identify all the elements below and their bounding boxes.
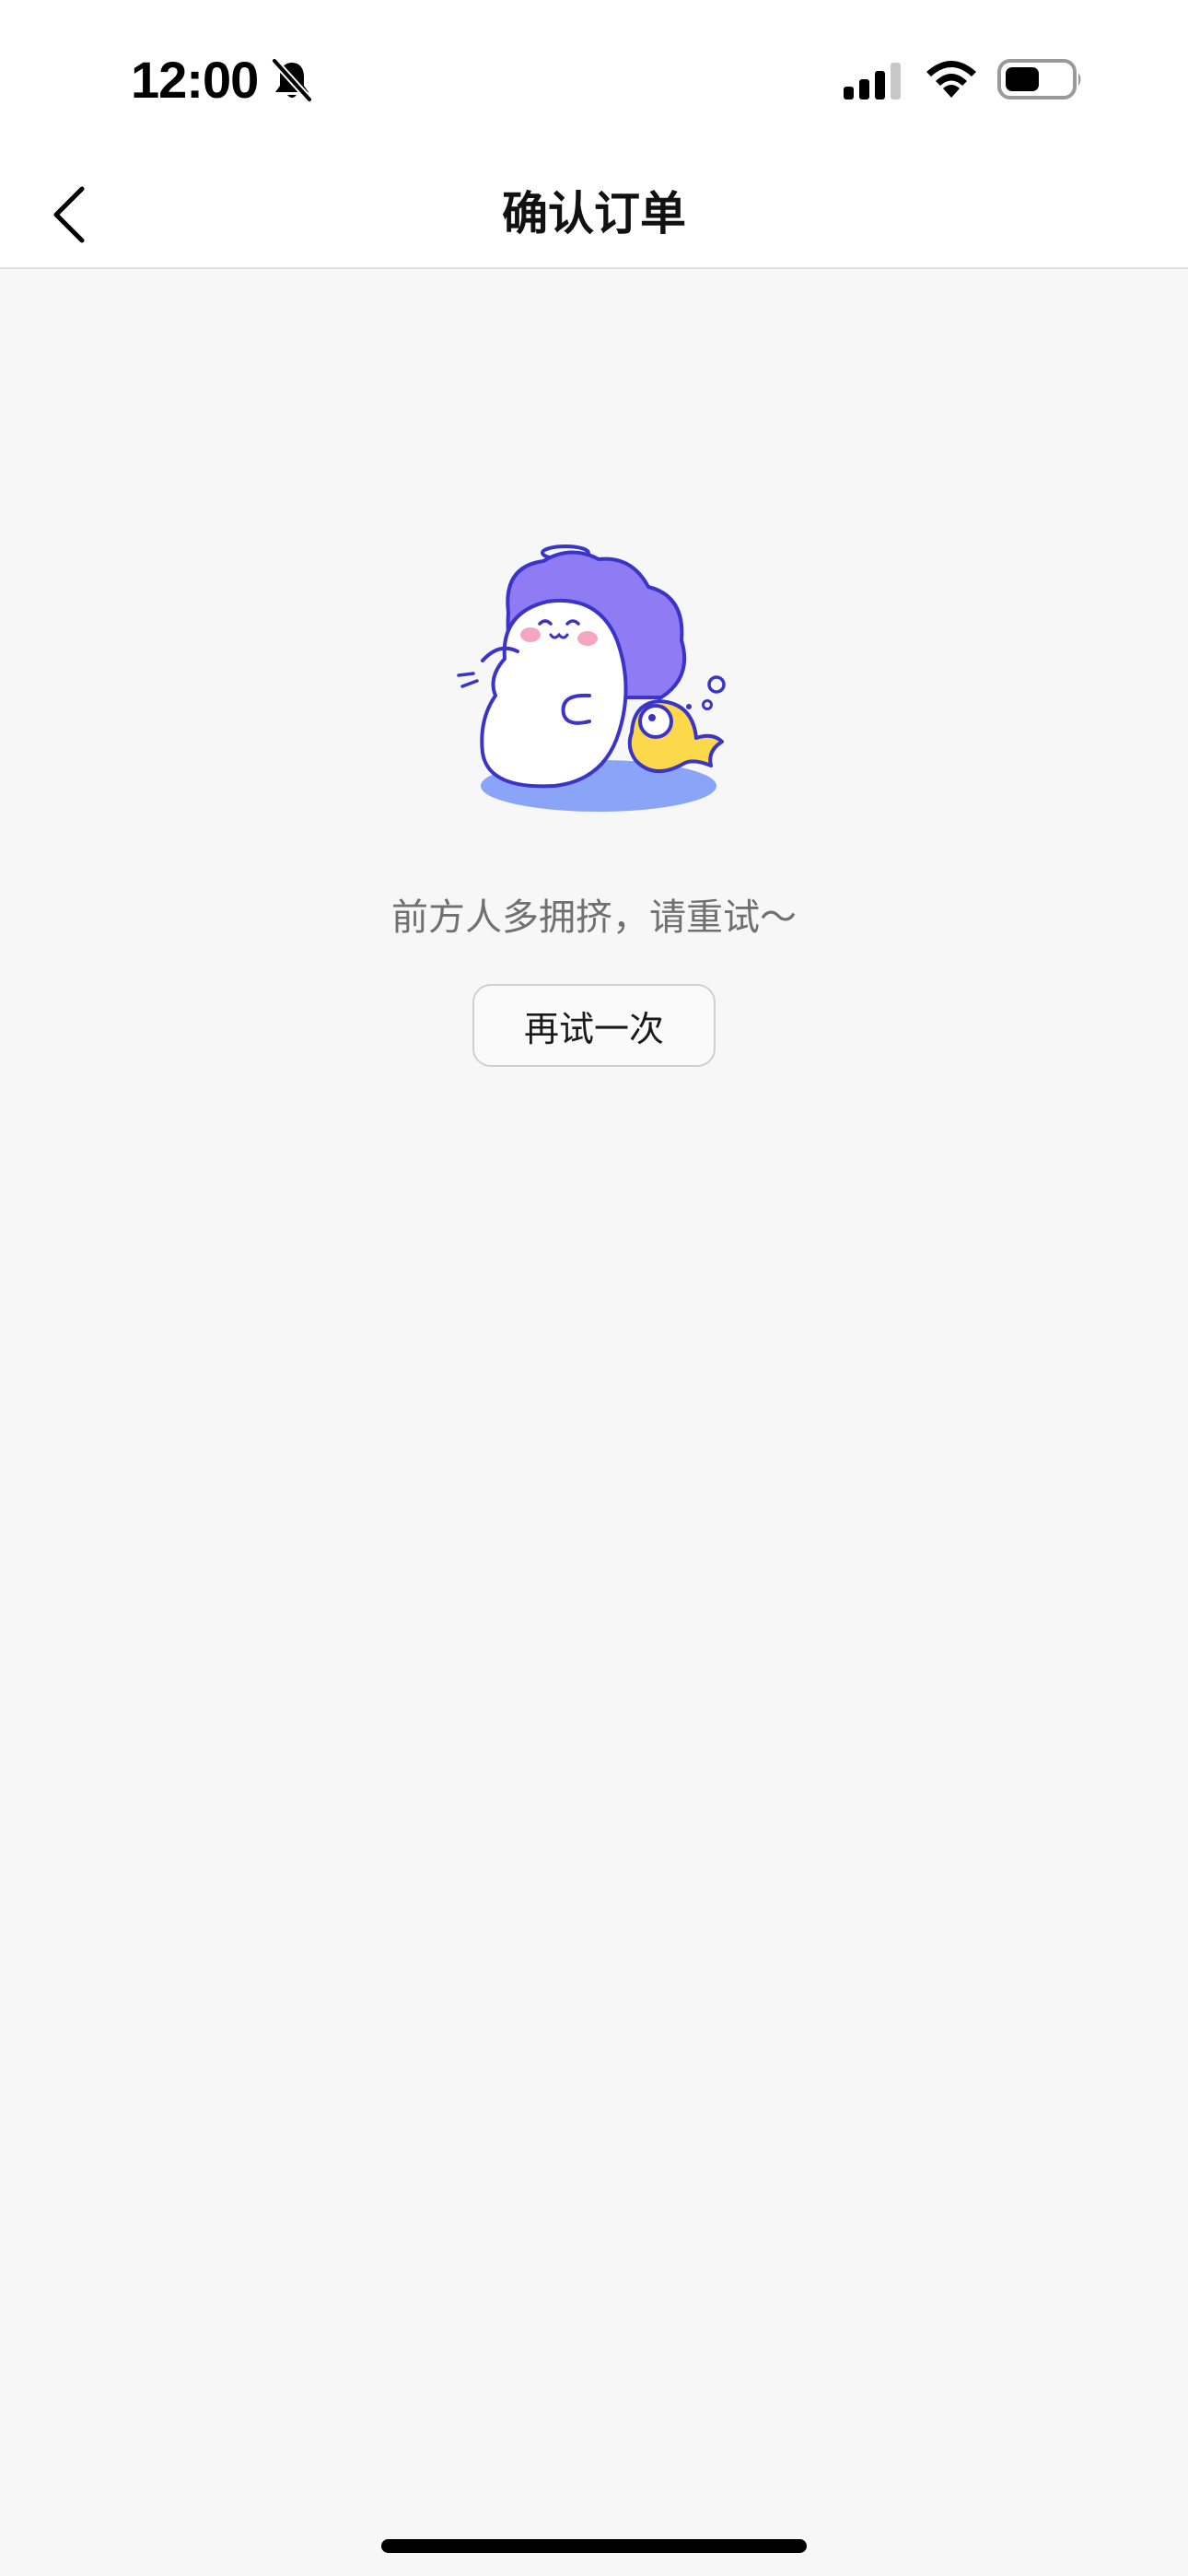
busy-ghost-illustration bbox=[457, 544, 726, 812]
status-time: 12:00 bbox=[131, 51, 259, 109]
nav-bar: 确认订单 bbox=[0, 160, 1188, 269]
wifi-icon bbox=[926, 61, 976, 98]
error-message: 前方人多拥挤，请重试～ bbox=[391, 896, 797, 939]
retry-button[interactable]: 再试一次 bbox=[472, 984, 716, 1067]
page-title: 确认订单 bbox=[502, 187, 686, 240]
battery-icon bbox=[997, 59, 1081, 100]
home-indicator[interactable] bbox=[381, 2539, 807, 2553]
cellular-signal-icon bbox=[844, 63, 901, 100]
bell-slash-icon bbox=[272, 58, 312, 102]
retry-button-label: 再试一次 bbox=[523, 1008, 664, 1049]
status-bar: 12:00 bbox=[0, 0, 1188, 160]
